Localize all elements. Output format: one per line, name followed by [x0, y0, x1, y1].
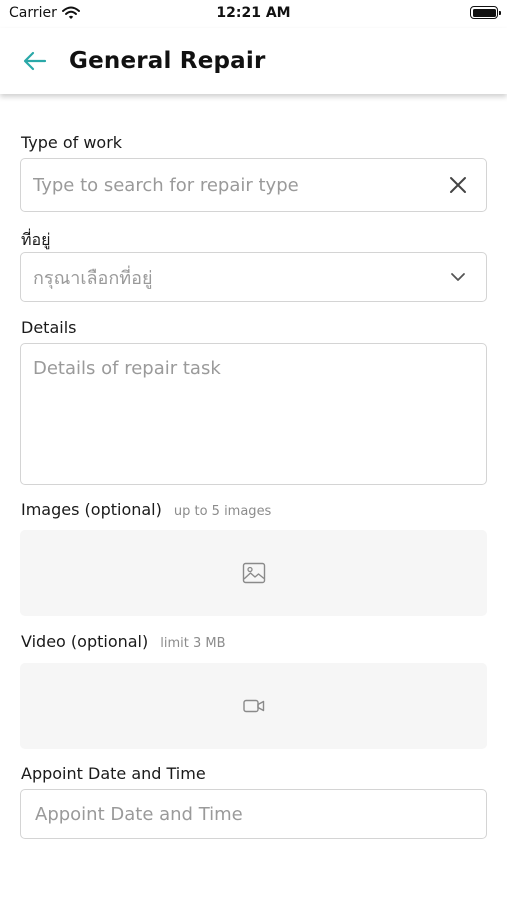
address-select-placeholder: กรุณาเลือกที่อยู่ [33, 267, 153, 289]
video-label: Video (optional) limit 3 MB [21, 632, 226, 651]
video-hint: limit 3 MB [160, 636, 226, 651]
details-label-text: Details [21, 318, 77, 337]
status-bar: Carrier 12:21 AM [0, 0, 507, 28]
address-label: ที่อยู่ [21, 228, 51, 253]
repair-type-search-placeholder: Type to search for repair type [33, 174, 299, 196]
address-label-text: ที่อยู่ [21, 230, 51, 249]
address-dropdown-toggle[interactable] [444, 263, 472, 291]
type-of-work-label-text: Type of work [21, 133, 123, 152]
appointment-label: Appoint Date and Time [21, 764, 206, 783]
navigation-bar: General Repair [0, 28, 507, 94]
battery-icon [470, 6, 501, 19]
back-button[interactable] [20, 46, 50, 76]
type-of-work-label: Type of work [21, 133, 122, 152]
close-icon [450, 177, 466, 193]
video-label-text: Video (optional) [21, 632, 149, 651]
details-placeholder: Details of repair task [33, 358, 221, 379]
images-label: Images (optional) up to 5 images [21, 500, 271, 519]
repair-type-search-input[interactable]: Type to search for repair type [20, 158, 487, 212]
status-time: 12:21 AM [216, 5, 291, 21]
appointment-label-text: Appoint Date and Time [21, 764, 206, 783]
video-upload-area[interactable] [20, 663, 487, 749]
image-icon [242, 562, 265, 584]
appointment-datetime-input[interactable]: Appoint Date and Time [20, 789, 487, 839]
images-hint: up to 5 images [173, 504, 272, 519]
details-textarea[interactable]: Details of repair task [20, 343, 487, 485]
address-select[interactable]: กรุณาเลือกที่อยู่ [20, 252, 487, 302]
clear-button[interactable] [444, 171, 472, 199]
page-title: General Repair [69, 48, 266, 74]
image-upload-area[interactable] [20, 530, 487, 616]
video-camera-icon [242, 699, 264, 713]
images-label-text: Images (optional) [21, 500, 162, 519]
appointment-placeholder: Appoint Date and Time [35, 803, 243, 825]
chevron-down-icon [451, 273, 465, 281]
back-arrow-icon [23, 51, 47, 71]
details-label: Details [21, 318, 76, 337]
